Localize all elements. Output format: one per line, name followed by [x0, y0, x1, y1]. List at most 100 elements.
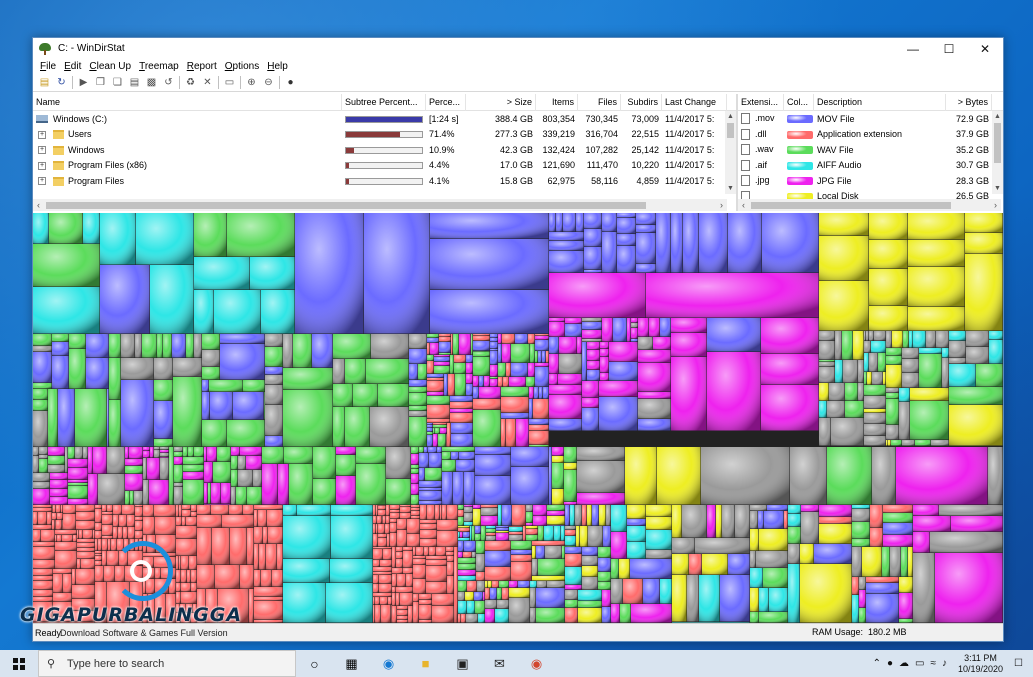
scroll-right-arrow-icon[interactable]: ›: [716, 200, 727, 210]
chevron-up-icon[interactable]: ⌃: [873, 658, 881, 669]
col-size[interactable]: > Size: [466, 94, 536, 111]
menu-clean-up[interactable]: Clean Up: [85, 61, 135, 72]
menu-report[interactable]: Report: [183, 61, 221, 72]
expand-icon[interactable]: +: [38, 146, 46, 155]
volume-icon[interactable]: ♪: [942, 658, 947, 669]
expand-icon[interactable]: +: [38, 177, 46, 186]
refresh-icon[interactable]: ↻: [53, 75, 70, 90]
close-button[interactable]: ✕: [967, 38, 1003, 59]
start-button[interactable]: [0, 650, 38, 677]
scroll-thumb[interactable]: [994, 123, 1001, 163]
directory-row[interactable]: + Program Files 4.1% 15.8 GB 62,975 58,116 4,8…: [33, 173, 736, 189]
extension-vertical-scrollbar[interactable]: ▲ ▼: [992, 111, 1003, 194]
menu-options[interactable]: Options: [221, 61, 263, 72]
onedrive-icon[interactable]: ☁: [899, 658, 909, 669]
recycle-icon[interactable]: ♻: [182, 75, 199, 90]
col-last-change[interactable]: Last Change: [662, 94, 727, 111]
explorer-icon[interactable]: ▤: [126, 75, 143, 90]
extension-row[interactable]: .jpg JPG File 28.3 GB: [738, 173, 1003, 189]
expand-icon[interactable]: +: [38, 130, 46, 139]
copy-path-icon[interactable]: ❏: [109, 75, 126, 90]
col-items[interactable]: Items: [536, 94, 578, 111]
scroll-down-arrow-icon[interactable]: ▼: [725, 183, 736, 194]
task-view-icon[interactable]: ▦: [333, 650, 370, 677]
menu-edit[interactable]: Edit: [60, 61, 85, 72]
treemap-tile-shading: [870, 505, 883, 528]
col-name[interactable]: Name: [33, 94, 342, 111]
scroll-up-arrow-icon[interactable]: ▲: [725, 111, 736, 122]
directory-horizontal-scrollbar[interactable]: ‹ ›: [33, 199, 727, 211]
delete-icon[interactable]: ✕: [199, 75, 216, 90]
col-subtree-percent[interactable]: Subtree Percent...: [342, 94, 426, 111]
title-bar[interactable]: C: - WinDirStat — ☐ ✕: [33, 38, 1003, 59]
cmd-icon[interactable]: ▩: [143, 75, 160, 90]
treemap-tile-shading: [375, 597, 380, 605]
file-explorer-icon[interactable]: ■: [407, 650, 444, 677]
scroll-thumb[interactable]: [46, 201, 646, 209]
treemap-tile-shading: [671, 333, 707, 357]
zoom-in-icon[interactable]: ⊕: [243, 75, 260, 90]
chrome-icon[interactable]: ◉: [518, 650, 555, 677]
scroll-thumb[interactable]: [751, 201, 951, 209]
clock[interactable]: 3:11 PM 10/19/2020: [958, 653, 1003, 675]
mail-icon[interactable]: ✉: [481, 650, 518, 677]
extension-row[interactable]: .mov MOV File 72.9 GB: [738, 111, 1003, 127]
menu-help[interactable]: Help: [263, 61, 292, 72]
copy-icon[interactable]: ❐: [92, 75, 109, 90]
directory-row[interactable]: + Program Files (x86) 4.4% 17.0 GB 121,690 11…: [33, 158, 736, 174]
treemap-tile-shading: [506, 363, 511, 377]
extension-horizontal-scrollbar[interactable]: ‹ ›: [738, 199, 1001, 211]
help-icon[interactable]: ●: [282, 75, 299, 90]
treemap-tile-shading: [627, 505, 646, 519]
col-description[interactable]: Description: [814, 94, 946, 111]
taskbar-search[interactable]: ⚲ Type here to search: [38, 650, 296, 677]
menu-treemap[interactable]: Treemap: [135, 61, 183, 72]
col-bytes[interactable]: > Bytes: [946, 94, 992, 111]
col-files[interactable]: Files: [578, 94, 621, 111]
treemap-tile-shading: [466, 355, 473, 363]
zoom-out-icon[interactable]: ⊖: [260, 75, 277, 90]
treemap-tile-shading: [386, 479, 411, 505]
minimize-button[interactable]: —: [895, 38, 931, 59]
directory-row[interactable]: + Windows 10.9% 42.3 GB 132,424 107,282 25,142…: [33, 142, 736, 158]
store-icon[interactable]: ▣: [444, 650, 481, 677]
scroll-left-arrow-icon[interactable]: ‹: [33, 200, 44, 210]
treemap-tile-shading: [852, 547, 862, 577]
col-extension[interactable]: Extensi...: [738, 94, 784, 111]
scroll-right-arrow-icon[interactable]: ›: [990, 200, 1001, 210]
wifi-icon[interactable]: ≈: [930, 658, 936, 669]
treemap-tile-shading: [549, 213, 556, 232]
treemap-tile-shading: [587, 342, 600, 350]
scroll-left-arrow-icon[interactable]: ‹: [738, 200, 749, 210]
treemap-tile-shading: [135, 507, 143, 517]
extension-row[interactable]: .wav WAV File 35.2 GB: [738, 142, 1003, 158]
cortana-icon[interactable]: ○: [296, 650, 333, 677]
directory-row[interactable]: + Users 71.4% 277.3 GB 339,219 316,704 22,515 1…: [33, 127, 736, 143]
col-color[interactable]: Col...: [784, 94, 814, 111]
notification-icon[interactable]: ☐: [1014, 658, 1023, 669]
network-icon[interactable]: ●: [887, 658, 893, 669]
scroll-thumb[interactable]: [727, 123, 734, 138]
directory-vertical-scrollbar[interactable]: ▲ ▼: [725, 111, 736, 194]
maximize-button[interactable]: ☐: [931, 38, 967, 59]
treemap-tile-shading: [582, 381, 599, 398]
treemap-tile-shading: [598, 572, 611, 582]
treemap-tile-shading: [728, 213, 762, 273]
open-icon[interactable]: ▤: [36, 75, 53, 90]
extension-row[interactable]: .aif AIFF Audio 30.7 GB: [738, 158, 1003, 174]
col-subdirs[interactable]: Subdirs: [621, 94, 662, 111]
col-percent[interactable]: Perce...: [426, 94, 466, 111]
properties-icon[interactable]: ▭: [221, 75, 238, 90]
refresh-selected-icon[interactable]: ↺: [160, 75, 177, 90]
play-icon[interactable]: ▶: [75, 75, 92, 90]
directory-row[interactable]: Windows (C:) [1:24 s] 388.4 GB 803,354 730,3…: [33, 111, 736, 127]
menu-file[interactable]: File: [36, 61, 60, 72]
scroll-up-arrow-icon[interactable]: ▲: [992, 111, 1003, 122]
battery-icon[interactable]: ▭: [915, 658, 924, 669]
treemap-tile-shading: [419, 447, 424, 453]
expand-icon[interactable]: +: [38, 161, 46, 170]
treemap-tile-shading: [409, 349, 427, 364]
scroll-down-arrow-icon[interactable]: ▼: [992, 183, 1003, 194]
edge-icon[interactable]: ◉: [370, 650, 407, 677]
extension-row[interactable]: .dll Application extension 37.9 GB: [738, 127, 1003, 143]
